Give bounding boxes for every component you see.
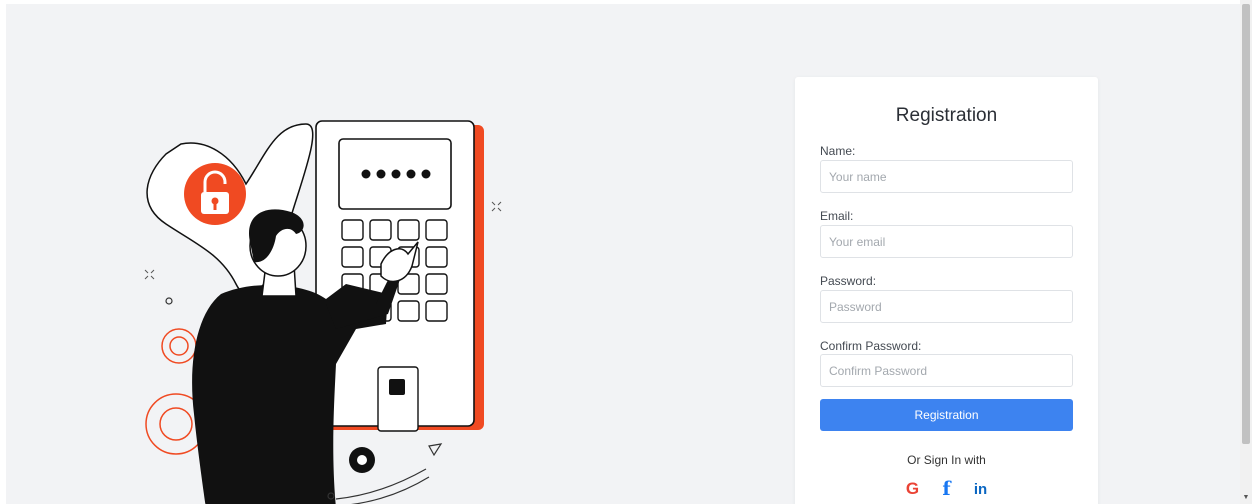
social-signin-row: G f in bbox=[795, 478, 1098, 502]
password-label: Password: bbox=[820, 274, 877, 288]
confirm-password-input[interactable] bbox=[820, 354, 1073, 387]
vertical-scrollbar[interactable]: ▼ bbox=[1240, 0, 1252, 504]
content-area: Registration Name: Email: Password: Conf… bbox=[6, 4, 1240, 504]
page: Registration Name: Email: Password: Conf… bbox=[0, 0, 1252, 504]
name-label: Name: bbox=[820, 144, 856, 158]
card-slot bbox=[377, 366, 419, 432]
registration-card: Registration Name: Email: Password: Conf… bbox=[795, 77, 1098, 504]
email-input[interactable] bbox=[820, 225, 1073, 258]
confirm-password-label: Confirm Password: bbox=[820, 339, 922, 353]
scroll-down-arrow-icon[interactable]: ▼ bbox=[1242, 494, 1250, 502]
card-chip bbox=[389, 379, 405, 395]
google-icon[interactable]: G bbox=[903, 478, 923, 500]
registration-button[interactable]: Registration bbox=[820, 399, 1073, 431]
password-input[interactable] bbox=[820, 290, 1073, 323]
email-label: Email: bbox=[820, 209, 854, 223]
facebook-icon[interactable]: f bbox=[937, 478, 957, 500]
scrollbar-thumb[interactable] bbox=[1242, 4, 1250, 444]
page-title: Registration bbox=[895, 105, 998, 126]
alt-signin-text: Or Sign In with bbox=[907, 453, 986, 467]
security-keypad-illustration bbox=[144, 120, 502, 504]
name-input[interactable] bbox=[820, 160, 1073, 193]
linkedin-icon[interactable]: in bbox=[971, 478, 991, 500]
